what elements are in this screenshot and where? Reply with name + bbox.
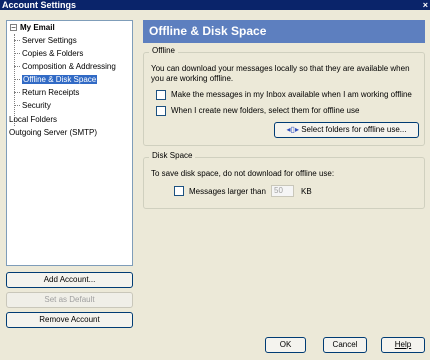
offline-description-line1: You can download your messages locally s… xyxy=(151,64,410,73)
help-button[interactable]: Help xyxy=(381,337,425,353)
remove-account-button[interactable]: Remove Account xyxy=(6,312,133,328)
folder-sync-icon: ◂▯▸ xyxy=(286,125,299,134)
window-title-bar: Account Settings × xyxy=(0,0,430,10)
new-folders-offline-checkbox[interactable] xyxy=(156,106,166,116)
offline-group-title: Offline xyxy=(149,46,178,55)
add-account-button[interactable]: Add Account... xyxy=(6,272,133,288)
tree-item-security[interactable]: Security xyxy=(22,99,51,112)
offline-group: Offline You can download your messages l… xyxy=(143,46,425,146)
new-folders-offline-label[interactable]: When I create new folders, select them f… xyxy=(171,106,359,116)
tree-connector xyxy=(14,105,20,106)
select-folders-button[interactable]: ◂▯▸ Select folders for offline use... xyxy=(274,122,419,138)
tree-item-my-email[interactable]: My Email xyxy=(20,21,55,34)
inbox-offline-checkbox[interactable] xyxy=(156,90,166,100)
tree-item-local-folders[interactable]: Local Folders xyxy=(9,113,57,126)
cancel-button[interactable]: Cancel xyxy=(323,337,367,353)
offline-description-line2: you are working offline. xyxy=(151,74,234,83)
account-tree[interactable]: − My Email Server Settings Copies & Fold… xyxy=(6,20,133,266)
tree-item-server-settings[interactable]: Server Settings xyxy=(22,34,77,47)
tree-connector xyxy=(14,92,20,93)
ok-button[interactable]: OK xyxy=(265,337,306,353)
inbox-offline-label[interactable]: Make the messages in my Inbox available … xyxy=(171,90,412,100)
set-as-default-button[interactable]: Set as Default xyxy=(6,292,133,308)
tree-item-return-receipts[interactable]: Return Receipts xyxy=(22,86,79,99)
tree-connector xyxy=(14,66,20,67)
window-title: Account Settings xyxy=(2,0,77,10)
disk-space-group-title: Disk Space xyxy=(149,151,196,160)
page-title: Offline & Disk Space xyxy=(143,20,425,43)
size-unit: KB xyxy=(301,187,312,196)
tree-item-offline-disk-space[interactable]: Offline & Disk Space xyxy=(22,73,98,86)
close-icon[interactable]: × xyxy=(423,0,428,10)
collapse-icon[interactable]: − xyxy=(10,24,17,32)
disk-space-group: Disk Space To save disk space, do not do… xyxy=(143,151,425,209)
limit-size-checkbox[interactable] xyxy=(174,186,184,196)
size-limit-input[interactable]: 50 xyxy=(271,185,294,197)
disk-space-description: To save disk space, do not download for … xyxy=(151,169,335,178)
tree-item-copies-folders[interactable]: Copies & Folders xyxy=(22,47,83,60)
limit-size-label[interactable]: Messages larger than xyxy=(189,187,266,197)
tree-connector xyxy=(14,79,20,80)
tree-connector xyxy=(14,40,20,41)
tree-item-composition-addressing[interactable]: Composition & Addressing xyxy=(22,60,116,73)
tree-connector xyxy=(14,53,20,54)
tree-item-outgoing-server[interactable]: Outgoing Server (SMTP) xyxy=(9,126,97,139)
